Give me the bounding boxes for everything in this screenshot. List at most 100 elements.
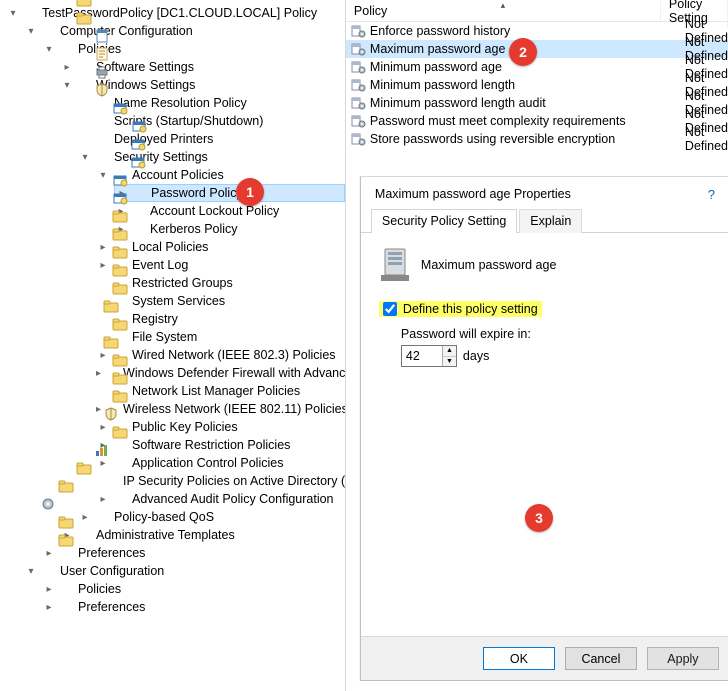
- collapse-icon[interactable]: ▾: [42, 42, 56, 56]
- list-row-name: Enforce password history: [370, 24, 681, 38]
- list-row-name: Store passwords using reversible encrypt…: [370, 132, 681, 146]
- list-row-value: Not Defined: [681, 125, 728, 153]
- ok-button[interactable]: OK: [483, 647, 555, 670]
- callout-1: 1: [236, 178, 264, 206]
- list-row-name: Minimum password length audit: [370, 96, 681, 110]
- folder-icon: [58, 41, 74, 57]
- collapse-icon[interactable]: ▾: [96, 168, 110, 182]
- tree-admin-templates[interactable]: ▸Administrative Templates: [60, 526, 345, 544]
- list-row-name: Minimum password length: [370, 78, 681, 92]
- tree-wireless-net[interactable]: ▸Wireless Network (IEEE 802.11) Policies: [96, 400, 345, 418]
- tree-policies-2[interactable]: ▸Policies: [42, 580, 345, 598]
- sec-icon: [130, 221, 146, 237]
- sort-asc-icon: ▴: [501, 0, 506, 11]
- list-header: Policy ▴ Policy Setting: [346, 0, 728, 22]
- list-row[interactable]: Store passwords using reversible encrypt…: [346, 130, 728, 148]
- collapse-icon[interactable]: ▾: [24, 564, 38, 578]
- help-button[interactable]: ?: [708, 187, 715, 202]
- list-body: Enforce password historyNot DefinedMaxim…: [346, 22, 728, 148]
- list-row[interactable]: Password must meet complexity requiremen…: [346, 112, 728, 130]
- expire-label: Password will expire in:: [401, 327, 711, 341]
- define-policy-label: Define this policy setting: [403, 302, 538, 316]
- tree-preferences-1[interactable]: ▸Preferences: [42, 544, 345, 562]
- tab-security-policy-setting[interactable]: Security Policy Setting: [371, 209, 517, 233]
- folder-icon: [58, 599, 74, 615]
- list-row-name: Password must meet complexity requiremen…: [370, 114, 681, 128]
- policy-item-icon: [350, 131, 366, 147]
- define-policy-checkbox[interactable]: [383, 302, 397, 316]
- collapse-icon[interactable]: ▾: [6, 6, 20, 20]
- policy-item-icon: [350, 23, 366, 39]
- details-pane: Policy ▴ Policy Setting Enforce password…: [346, 0, 728, 691]
- collapse-icon[interactable]: ▾: [78, 150, 92, 164]
- folder-icon: [112, 491, 128, 507]
- policy-item-icon: [350, 77, 366, 93]
- tree-pb-qos[interactable]: ▸Policy-based QoS: [78, 508, 345, 526]
- spin-up-icon[interactable]: ▲: [443, 346, 456, 357]
- gear-icon: [40, 23, 56, 39]
- list-row[interactable]: Minimum password lengthNot Defined: [346, 76, 728, 94]
- policy-item-icon: [350, 41, 366, 57]
- spin-down-icon[interactable]: ▼: [443, 357, 456, 367]
- collapse-icon[interactable]: ▾: [60, 78, 74, 92]
- server-icon: [379, 247, 411, 283]
- tree-restricted-groups[interactable]: ▸Restricted Groups: [96, 274, 345, 292]
- tree-nlm[interactable]: ▸Network List Manager Policies: [96, 382, 345, 400]
- expand-icon[interactable]: ▸: [60, 60, 74, 74]
- tree-srp[interactable]: ▸Software Restriction Policies: [96, 436, 345, 454]
- tree-pane: ▾ TestPasswordPolicy [DC1.CLOUD.LOCAL] P…: [0, 0, 346, 691]
- expand-icon[interactable]: ▸: [96, 366, 101, 380]
- tree-registry[interactable]: ▸Registry: [96, 310, 345, 328]
- tree-pkp[interactable]: ▸Public Key Policies: [96, 418, 345, 436]
- col-policy[interactable]: Policy ▴: [346, 1, 661, 21]
- tree-wired-net[interactable]: ▸Wired Network (IEEE 802.3) Policies: [96, 346, 345, 364]
- tree-file-system[interactable]: ▸File System: [96, 328, 345, 346]
- folder-icon: [76, 527, 92, 543]
- tree-aap[interactable]: ▸Advanced Audit Policy Configuration: [96, 490, 345, 508]
- expire-days-spinner[interactable]: ▲ ▼: [401, 345, 457, 367]
- gpo-icon: [22, 5, 38, 21]
- shield-icon: [94, 149, 110, 165]
- collapse-icon[interactable]: ▾: [24, 24, 38, 38]
- policy-item-icon: [350, 95, 366, 111]
- tree-preferences-2[interactable]: ▸Preferences: [42, 598, 345, 616]
- policy-name-label: Maximum password age: [421, 258, 556, 272]
- dialog-buttons: OK Cancel Apply: [361, 636, 728, 680]
- expire-unit-label: days: [463, 349, 489, 363]
- tree-root[interactable]: ▾ TestPasswordPolicy [DC1.CLOUD.LOCAL] P…: [6, 4, 345, 22]
- tree-ipsec[interactable]: ▸IP Security Policies on Active Director…: [96, 472, 345, 490]
- tree-kerberos-policy[interactable]: ▸Kerberos Policy: [114, 220, 345, 238]
- expire-days-input[interactable]: [402, 346, 442, 366]
- expand-icon[interactable]: ▸: [42, 582, 56, 596]
- tree-acp[interactable]: ▸Application Control Policies: [96, 454, 345, 472]
- tree-password-policy[interactable]: ▸Password Policy: [114, 184, 345, 202]
- tree-system-services[interactable]: ▸System Services: [96, 292, 345, 310]
- callout-2: 2: [509, 38, 537, 66]
- properties-dialog: Maximum password age Properties ? Securi…: [360, 176, 728, 681]
- apply-button[interactable]: Apply: [647, 647, 719, 670]
- tree-local-policies[interactable]: ▸Local Policies: [96, 238, 345, 256]
- list-row[interactable]: Minimum password length auditNot Defined: [346, 94, 728, 112]
- dialog-tabs: Security Policy Setting Explain: [361, 208, 728, 233]
- tree-defender[interactable]: ▸Windows Defender Firewall with Advanced…: [96, 364, 345, 382]
- tree-lockout-policy[interactable]: ▸Account Lockout Policy: [114, 202, 345, 220]
- dialog-title-bar: Maximum password age Properties ?: [361, 177, 728, 208]
- policy-item-icon: [350, 113, 366, 129]
- expand-icon[interactable]: ▸: [96, 402, 101, 416]
- bars-icon: [94, 509, 110, 525]
- dialog-title: Maximum password age Properties: [375, 187, 571, 202]
- expand-icon[interactable]: ▸: [96, 240, 110, 254]
- tree-event-log[interactable]: ▸Event Log: [96, 256, 345, 274]
- callout-3: 3: [525, 504, 553, 532]
- define-policy-checkbox-row[interactable]: Define this policy setting: [379, 301, 542, 317]
- tab-explain[interactable]: Explain: [519, 209, 582, 233]
- policy-item-icon: [350, 59, 366, 75]
- expand-icon[interactable]: ▸: [96, 258, 110, 272]
- list-row[interactable]: Enforce password historyNot Defined: [346, 22, 728, 40]
- cancel-button[interactable]: Cancel: [565, 647, 637, 670]
- list-row[interactable]: Minimum password ageNot Defined: [346, 58, 728, 76]
- expand-icon[interactable]: ▸: [42, 600, 56, 614]
- folder-icon: [76, 77, 92, 93]
- list-row[interactable]: Maximum password ageNot Defined: [346, 40, 728, 58]
- dialog-body: Maximum password age Define this policy …: [361, 233, 728, 636]
